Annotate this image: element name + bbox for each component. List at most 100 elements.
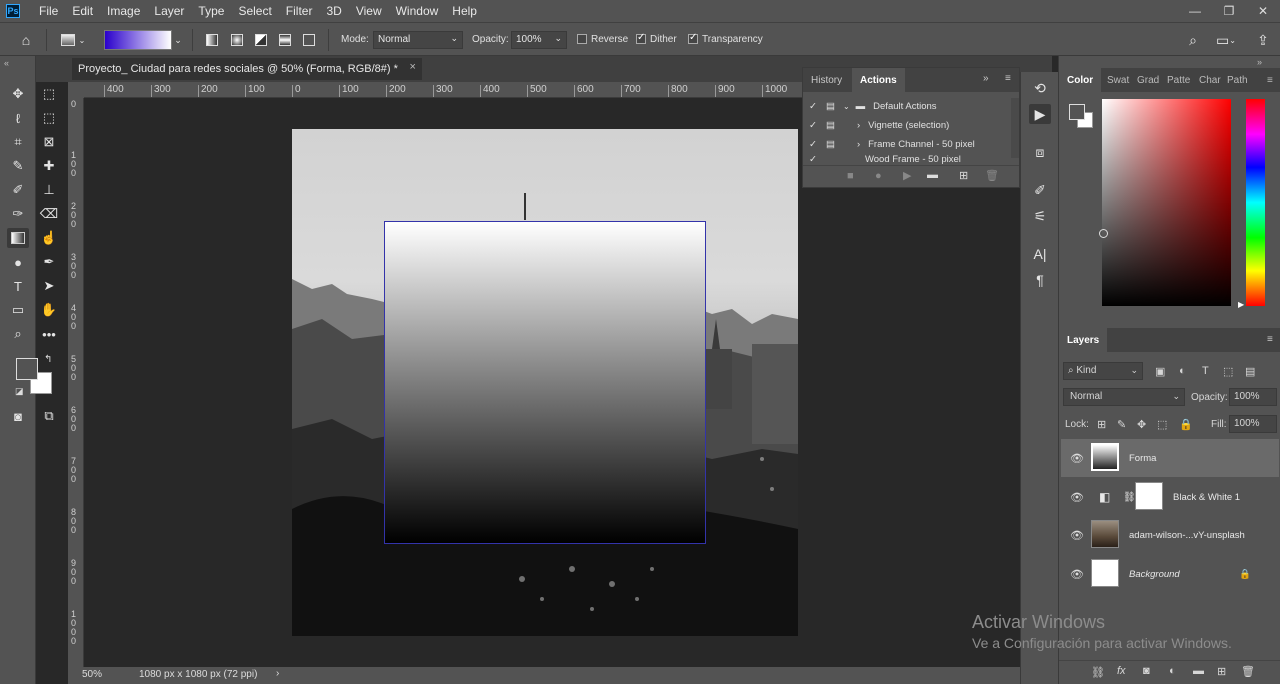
search-icon[interactable]: ⌕ [1184,31,1202,49]
filter-smart-icon[interactable]: ▤ [1245,365,1255,378]
dialog-toggle-icon[interactable]: ▤ [826,101,835,112]
reflected-gradient-button[interactable] [276,31,294,49]
tab-paths[interactable]: Path [1227,68,1248,92]
screen-mode-icon[interactable]: ⧉ [38,406,60,426]
delete-layer-icon[interactable]: 🗑 [1241,665,1255,678]
default-colors-icon[interactable]: ◪ [15,386,24,397]
device-preview-icon[interactable]: ⧈ [1029,142,1051,162]
opacity-input[interactable]: 100% ⌄ [511,31,567,49]
reverse-checkbox[interactable] [577,34,587,44]
chevron-right-icon[interactable]: › [857,120,860,131]
play-icon[interactable]: ▶ [903,169,911,182]
frame-tool-icon[interactable]: ⊠ [38,132,60,152]
history-brush-tool-icon[interactable]: ✑ [7,204,29,224]
path-select-tool-icon[interactable]: ➤ [38,276,60,296]
paragraph-panel-icon[interactable]: ¶ [1029,270,1051,290]
close-tab-icon[interactable]: × [409,61,415,73]
lock-icon[interactable]: 🔒 [1239,569,1251,580]
check-icon[interactable]: ✓ [809,101,817,112]
collapse-right-icon[interactable]: » [1257,57,1262,67]
radial-gradient-button[interactable] [228,31,246,49]
document-tab[interactable]: Proyecto_ Ciudad para redes sociales @ 5… [72,58,422,80]
pen-tool-icon[interactable]: ✒ [38,252,60,272]
layer-opacity-input[interactable]: 100% [1229,388,1277,406]
gradient-dropdown-icon[interactable]: ⌄ [172,31,184,49]
color-picker-field[interactable] [1102,99,1231,306]
mode-select[interactable]: Normal ⌄ [373,31,463,49]
healing-brush-tool-icon[interactable]: ✚ [38,156,60,176]
new-layer-icon[interactable]: ⊞ [1217,665,1226,678]
lock-transparent-icon[interactable]: ⊞ [1097,418,1106,431]
tab-swatches[interactable]: Swat [1107,68,1129,92]
action-set-default[interactable]: ✓ ▤ ⌄ ▬ Default Actions [803,97,1009,116]
panel-menu-icon[interactable]: ≡ [1005,73,1011,84]
more-tools-icon[interactable]: ••• [38,324,60,344]
fx-icon[interactable]: fx [1117,665,1126,677]
zoom-level[interactable]: 50% [82,669,102,680]
hand-tool-icon[interactable]: ✋ [38,300,60,320]
lock-position-icon[interactable]: ✥ [1137,418,1146,431]
new-adjustment-icon[interactable]: ◐ [1169,665,1176,677]
smudge-tool-icon[interactable]: ☝ [38,228,60,248]
fill-input[interactable]: 100% [1229,415,1277,433]
swap-colors-icon[interactable]: ↰ [44,354,52,365]
menu-3d[interactable]: 3D [319,4,348,18]
eye-icon[interactable]: 👁 [1070,491,1084,504]
stop-icon[interactable]: ■ [847,170,854,182]
add-mask-icon[interactable]: ◙ [1143,665,1150,677]
menu-view[interactable]: View [349,4,389,18]
new-action-icon[interactable]: ⊞ [959,169,968,182]
new-group-icon[interactable]: ▬ [1193,665,1204,677]
blend-mode-select[interactable]: Normal ⌄ [1063,388,1185,406]
restore-button[interactable]: ❐ [1212,0,1246,22]
menu-type[interactable]: Type [191,4,231,18]
marquee-tool-icon[interactable]: ⬚ [38,84,60,104]
eye-icon[interactable]: 👁 [1070,568,1084,581]
menu-help[interactable]: Help [445,4,484,18]
action-item[interactable]: ✓ Wood Frame - 50 pixel [803,154,1009,164]
rectangle-tool-icon[interactable]: ▭ [7,300,29,320]
layer-row-forma[interactable]: 👁 Forma [1061,439,1279,477]
chevron-right-icon[interactable]: › [857,139,860,150]
filter-pixel-icon[interactable]: ▣ [1155,365,1165,378]
home-icon[interactable]: ⌂ [16,31,36,49]
chevron-down-icon[interactable]: ⌄ [843,102,850,111]
workspace-icon[interactable]: ▭ ⌄ [1212,31,1240,49]
layer-row-photo[interactable]: 👁 adam-wilson-...vY-unsplash [1061,516,1279,554]
tab-layers[interactable]: Layers [1059,328,1108,352]
transparency-checkbox[interactable] [688,32,698,44]
actions-scrollbar[interactable] [1011,98,1019,158]
hue-slider[interactable] [1246,99,1265,306]
actions-panel-icon[interactable]: ▶ [1029,104,1051,124]
layer-row-black-white[interactable]: 👁 ◧ ⛓ Black & White 1 [1061,478,1279,516]
lasso-tool-icon[interactable]: ℓ [7,108,29,128]
dither-checkbox[interactable] [636,32,646,44]
history-panel-icon[interactable]: ⟲ [1029,78,1051,98]
lock-image-icon[interactable]: ✎ [1117,418,1126,431]
tab-patterns[interactable]: Patte [1167,68,1190,92]
foreground-color-swatch[interactable] [16,358,38,380]
type-tool-icon[interactable]: T [7,276,29,296]
eye-icon[interactable]: 👁 [1070,529,1084,542]
object-select-tool-icon[interactable]: ⬚ [38,108,60,128]
menu-file[interactable]: File [32,4,65,18]
link-layers-icon[interactable]: ⛓ [1091,666,1105,679]
character-panel-icon[interactable]: A| [1029,244,1051,264]
check-icon[interactable]: ✓ [809,154,817,164]
minimize-button[interactable]: — [1178,0,1212,22]
new-set-folder-icon[interactable]: ▬ [927,169,938,181]
tab-color[interactable]: Color [1059,68,1102,92]
dialog-toggle-icon[interactable]: ▤ [826,120,835,131]
panel-collapse-icon[interactable]: » [983,73,989,84]
quick-mask-icon[interactable]: ◙ [7,406,29,426]
adjustments-icon[interactable]: ⚟ [1029,206,1051,226]
lock-artboard-icon[interactable]: ⬚ [1157,418,1167,431]
dialog-toggle-icon[interactable]: ▤ [826,139,835,150]
eye-icon[interactable]: 👁 [1070,452,1084,465]
panel-menu-icon[interactable]: ≡ [1267,68,1273,92]
color-picker-cursor[interactable] [1099,229,1108,238]
panel-menu-icon[interactable]: ≡ [1267,334,1273,345]
menu-layer[interactable]: Layer [147,4,191,18]
brush-tool-icon[interactable]: ✐ [7,180,29,200]
share-icon[interactable]: ⇪ [1254,31,1272,49]
